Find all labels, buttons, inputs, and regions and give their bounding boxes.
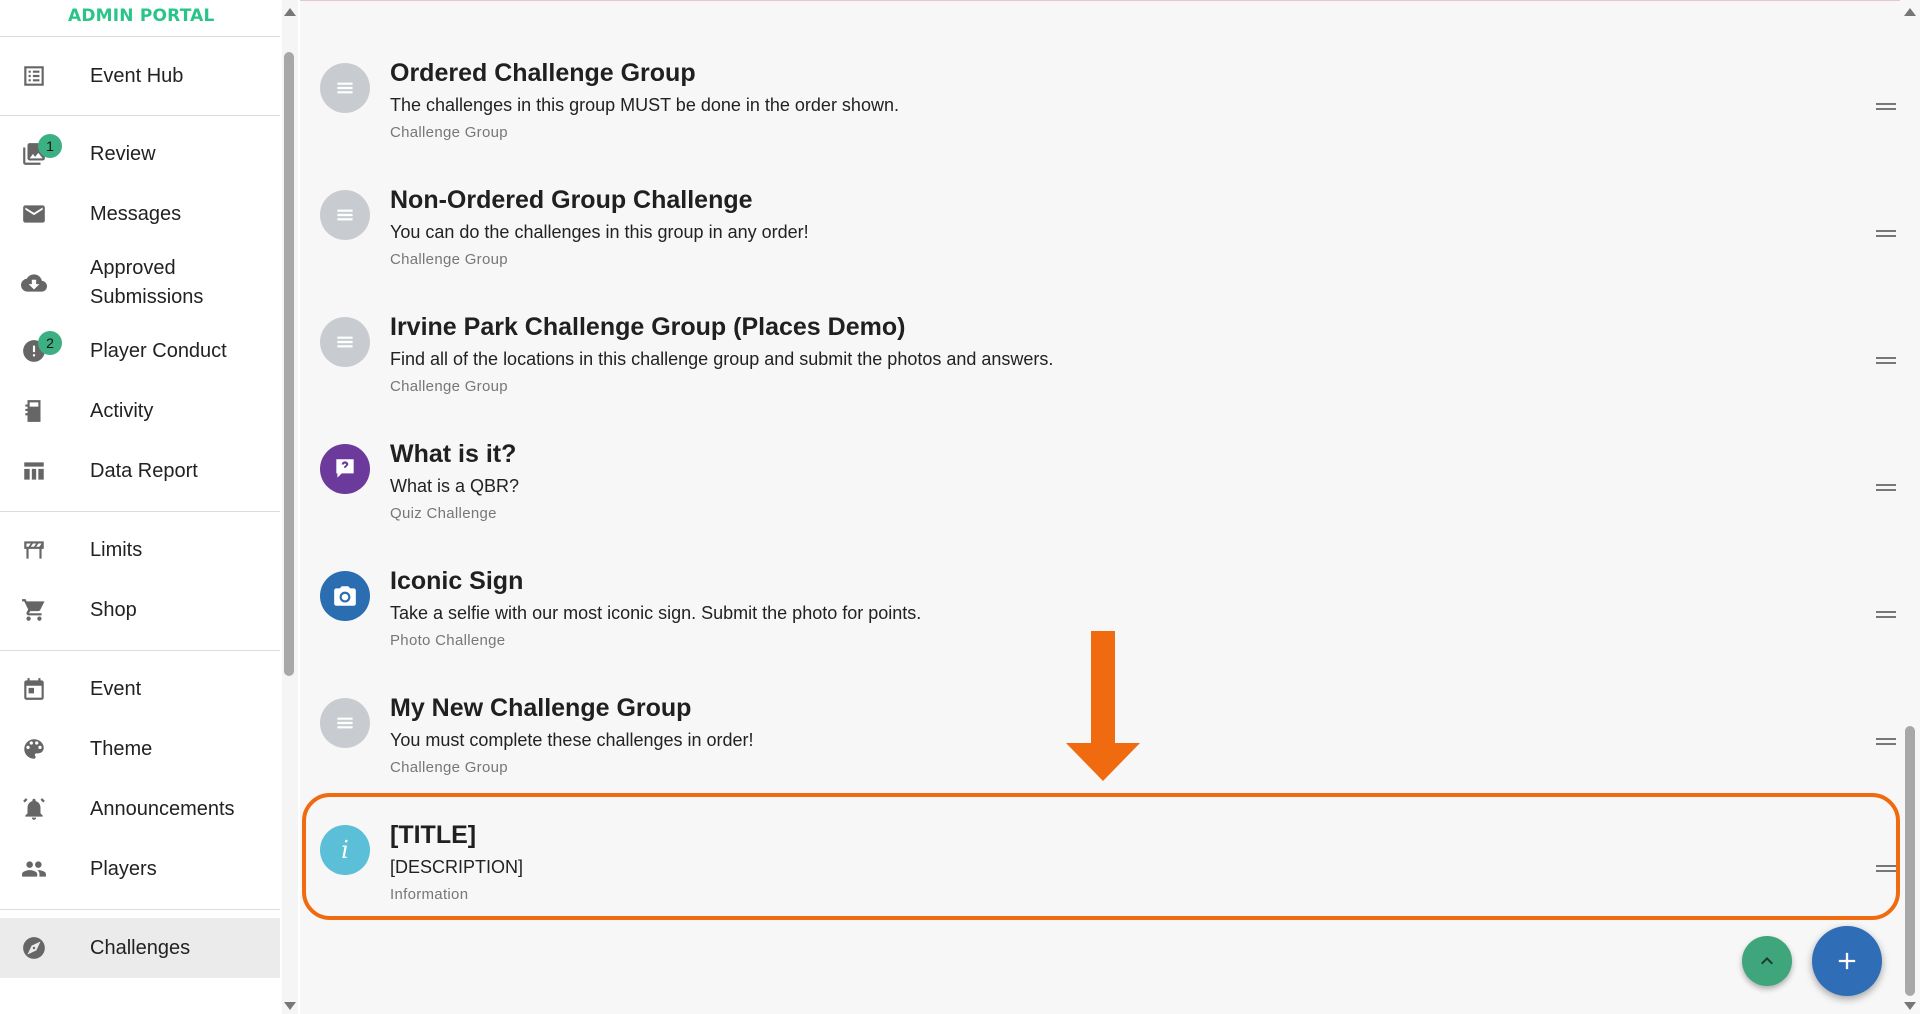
scroll-up-arrow-icon[interactable] <box>1904 8 1916 16</box>
sidebar-item-theme[interactable]: Theme <box>0 719 280 779</box>
group-icon <box>320 698 370 748</box>
sidebar-item-approved-submissions[interactable]: Approved Submissions <box>0 244 280 321</box>
group-icon <box>320 63 370 113</box>
sidebar-item-event[interactable]: Event <box>0 659 280 719</box>
group-icon <box>320 190 370 240</box>
player-conduct-count-badge: 2 <box>38 331 62 355</box>
challenge-item[interactable]: Irvine Park Challenge Group (Places Demo… <box>300 293 1900 420</box>
challenge-item[interactable]: Non-Ordered Group Challenge You can do t… <box>300 166 1900 293</box>
challenge-type: Challenge Group <box>390 378 508 395</box>
sidebar-item-challenges[interactable]: Challenges <box>0 918 280 978</box>
sidebar-item-announcements[interactable]: Announcements <box>0 779 280 839</box>
sidebar-item-player-conduct[interactable]: 2 Player Conduct <box>0 321 280 381</box>
drag-handle-icon[interactable] <box>1876 103 1896 110</box>
sidebar-item-event-hub[interactable]: Event Hub <box>0 37 280 115</box>
add-challenge-button[interactable] <box>1812 926 1882 996</box>
drag-handle-icon[interactable] <box>1876 484 1896 491</box>
sidebar-item-label: Messages <box>90 202 182 225</box>
sidebar-item-data-report[interactable]: Data Report <box>0 441 280 501</box>
cloud-download-icon <box>20 269 48 297</box>
challenge-description: You must complete these challenges in or… <box>390 730 754 750</box>
drag-handle-icon[interactable] <box>1876 611 1896 618</box>
sidebar-item-players[interactable]: Players <box>0 839 280 899</box>
challenge-description: Find all of the locations in this challe… <box>390 349 1054 369</box>
sidebar-item-label: Theme <box>90 737 153 760</box>
sidebar-item-messages[interactable]: Messages <box>0 184 280 244</box>
sidebar-item-activity[interactable]: Activity <box>0 381 280 441</box>
arrow-down-annotation-icon <box>1066 631 1140 781</box>
sidebar-item-label: Shop <box>90 598 137 621</box>
sidebar-item-label: Activity <box>90 399 154 422</box>
main-scrollbar-thumb[interactable] <box>1905 726 1915 996</box>
palette-icon <box>20 735 48 763</box>
activity-icon <box>20 397 48 425</box>
sidebar-item-shop[interactable]: Shop <box>0 580 280 640</box>
scroll-down-arrow-icon[interactable] <box>284 1002 296 1010</box>
compass-icon <box>20 934 48 962</box>
challenge-title: Ordered Challenge Group <box>390 59 696 87</box>
challenge-type: Photo Challenge <box>390 632 506 649</box>
sidebar-item-label: Event <box>90 677 142 700</box>
sidebar-item-label: Announcements <box>90 797 235 820</box>
barrier-icon <box>20 536 48 564</box>
challenge-type: Challenge Group <box>390 759 508 776</box>
sidebar-item-label: Players <box>90 857 157 880</box>
challenge-title: Iconic Sign <box>390 567 524 595</box>
sidebar-item-limits[interactable]: Limits <box>0 520 280 580</box>
challenge-title: Irvine Park Challenge Group (Places Demo… <box>390 313 906 341</box>
scroll-down-arrow-icon[interactable] <box>1904 1002 1916 1010</box>
challenge-item[interactable]: What is it? What is a QBR? Quiz Challeng… <box>300 420 1900 547</box>
quiz-icon <box>320 444 370 494</box>
challenge-type: Challenge Group <box>390 124 508 141</box>
scroll-to-top-button[interactable] <box>1742 936 1792 986</box>
sidebar-item-label: Data Report <box>90 459 198 482</box>
review-count-badge: 1 <box>38 134 62 158</box>
scroll-up-arrow-icon[interactable] <box>284 8 296 16</box>
mail-icon <box>20 200 48 228</box>
group-icon <box>320 317 370 367</box>
bell-icon <box>20 795 48 823</box>
sidebar: ADMIN PORTAL Event Hub 1 Review Messages… <box>0 0 282 1014</box>
main-scrollbar[interactable] <box>1900 0 1920 1014</box>
sidebar-item-label: Challenges <box>90 936 191 959</box>
challenge-item[interactable]: Ordered Challenge Group The challenges i… <box>300 39 1900 166</box>
sidebar-item-label: Review <box>90 142 156 165</box>
challenge-description: You can do the challenges in this group … <box>390 222 809 242</box>
challenge-description: What is a QBR? <box>390 476 520 496</box>
challenge-type: Quiz Challenge <box>390 505 497 522</box>
challenge-description: Take a selfie with our most iconic sign.… <box>390 603 922 623</box>
challenge-title: What is it? <box>390 440 517 468</box>
calendar-icon <box>20 675 48 703</box>
challenge-title: My New Challenge Group <box>390 694 692 722</box>
drag-handle-icon[interactable] <box>1876 230 1896 237</box>
admin-portal-logo: ADMIN PORTAL <box>68 6 215 26</box>
camera-icon <box>320 571 370 621</box>
people-icon <box>20 855 48 883</box>
table-icon <box>20 457 48 485</box>
challenge-title: Non-Ordered Group Challenge <box>390 186 753 214</box>
list-icon <box>20 62 48 90</box>
challenge-type: Challenge Group <box>390 251 508 268</box>
sidebar-scrollbar-thumb[interactable] <box>284 52 294 676</box>
app: ADMIN PORTAL Event Hub 1 Review Messages… <box>0 0 1920 1014</box>
sidebar-item-review[interactable]: 1 Review <box>0 124 280 184</box>
sidebar-item-label: Approved Submissions <box>90 256 204 308</box>
sidebar-item-label: Limits <box>90 538 143 561</box>
chevron-up-icon <box>1761 957 1773 965</box>
cart-icon <box>20 596 48 624</box>
challenge-description: The challenges in this group MUST be don… <box>390 95 899 115</box>
sidebar-item-label: Event Hub <box>90 64 184 87</box>
drag-handle-icon[interactable] <box>1876 357 1896 364</box>
highlight-annotation-box <box>302 793 1900 920</box>
sidebar-scrollbar[interactable] <box>282 0 298 1014</box>
sidebar-item-label: Player Conduct <box>90 339 227 362</box>
drag-handle-icon[interactable] <box>1876 738 1896 745</box>
challenges-list: Ordered Challenge Group The challenges i… <box>300 0 1900 1014</box>
plus-icon <box>1838 952 1856 970</box>
